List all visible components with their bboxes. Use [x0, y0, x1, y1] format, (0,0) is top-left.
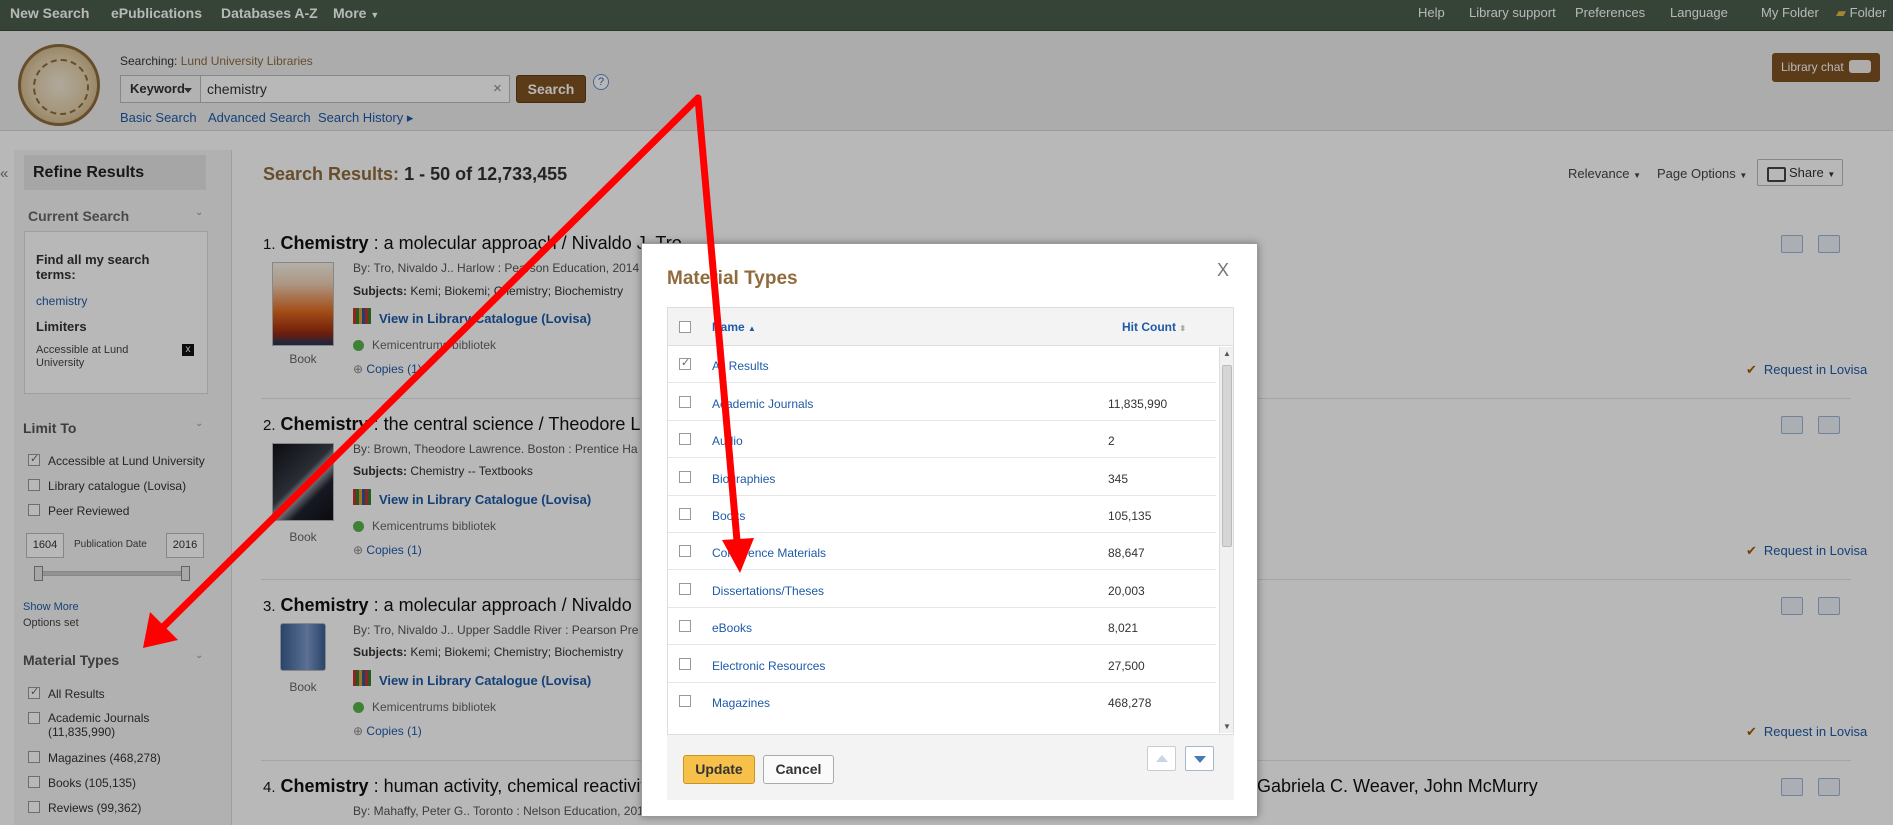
red-arrow-to-sidebar-material-types [143, 94, 702, 648]
red-arrow-to-dissertations-row [694, 94, 754, 573]
annotation-arrows [143, 94, 754, 648]
